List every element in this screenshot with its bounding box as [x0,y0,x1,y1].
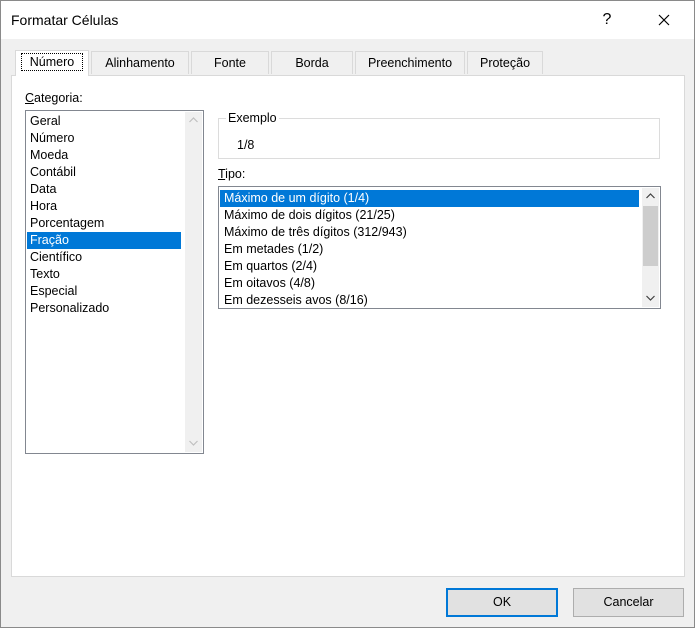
exemplo-group [218,118,660,159]
tab-label: Alinhamento [105,56,175,70]
list-item[interactable]: Máximo de três dígitos (312/943) [220,224,639,241]
chevron-up-icon [189,117,198,123]
exemplo-value: 1/8 [237,138,255,152]
tab-label: Borda [295,56,329,70]
tipo-listbox[interactable]: Máximo de um dígito (1/4) Máximo de dois… [218,186,661,309]
list-item[interactable]: Especial [27,283,181,300]
categoria-scrollbar[interactable] [185,112,202,452]
list-item[interactable]: Hora [27,198,181,215]
categoria-listbox[interactable]: Geral Número Moeda Contábil Data Hora Po… [25,110,204,454]
tab-panel: Categoria: Geral Número Moeda Contábil D… [11,75,685,577]
tipo-scrollbar[interactable] [642,188,659,307]
close-button[interactable] [653,11,675,31]
tab-strip: Número Alinhamento Fonte Borda Preenchim… [11,50,686,76]
list-item[interactable]: Em oitavos (4/8) [220,275,639,292]
title-bar: Formatar Células ? [1,1,694,39]
list-item-selected[interactable]: Máximo de um dígito (1/4) [220,190,639,207]
chevron-down-icon [646,295,655,301]
format-cells-dialog: Formatar Células ? Número Alinhamento Fo… [0,0,695,628]
tab-numero[interactable]: Número [15,50,89,76]
list-item[interactable]: Em quartos (2/4) [220,258,639,275]
tab-label: Fonte [214,56,246,70]
help-button[interactable]: ? [597,10,617,30]
scroll-up-button[interactable] [642,188,659,205]
list-item[interactable]: Contábil [27,164,181,181]
tab-preenchimento[interactable]: Preenchimento [355,51,465,74]
dialog-title: Formatar Células [11,12,119,28]
categoria-label: Categoria: [25,91,83,105]
tab-label: Preenchimento [367,56,453,70]
list-item[interactable]: Número [27,130,181,147]
list-item[interactable]: Em dezesseis avos (8/16) [220,292,639,309]
tipo-label: Tipo: [218,167,246,181]
list-item[interactable]: Personalizado [27,300,181,317]
close-icon [658,14,670,26]
scroll-down-button[interactable] [185,435,202,452]
tab-alinhamento[interactable]: Alinhamento [91,51,189,74]
list-item[interactable]: Geral [27,113,181,130]
scroll-down-button[interactable] [642,290,659,307]
list-item-selected[interactable]: Fração [27,232,181,249]
list-item[interactable]: Data [27,181,181,198]
scroll-up-button[interactable] [185,112,202,129]
list-item[interactable]: Em metades (1/2) [220,241,639,258]
scroll-thumb[interactable] [643,206,658,266]
tab-fonte[interactable]: Fonte [191,51,269,74]
tab-label: Número [20,53,84,71]
tab-label: Proteção [479,56,531,70]
ok-button[interactable]: OK [446,588,558,617]
tab-borda[interactable]: Borda [271,51,353,74]
exemplo-label: Exemplo [226,111,279,125]
chevron-down-icon [189,440,198,446]
list-item[interactable]: Texto [27,266,181,283]
chevron-up-icon [646,193,655,199]
list-item[interactable]: Moeda [27,147,181,164]
list-item[interactable]: Máximo de dois dígitos (21/25) [220,207,639,224]
tab-protecao[interactable]: Proteção [467,51,543,74]
list-item[interactable]: Científico [27,249,181,266]
cancel-button[interactable]: Cancelar [573,588,684,617]
list-item[interactable]: Porcentagem [27,215,181,232]
